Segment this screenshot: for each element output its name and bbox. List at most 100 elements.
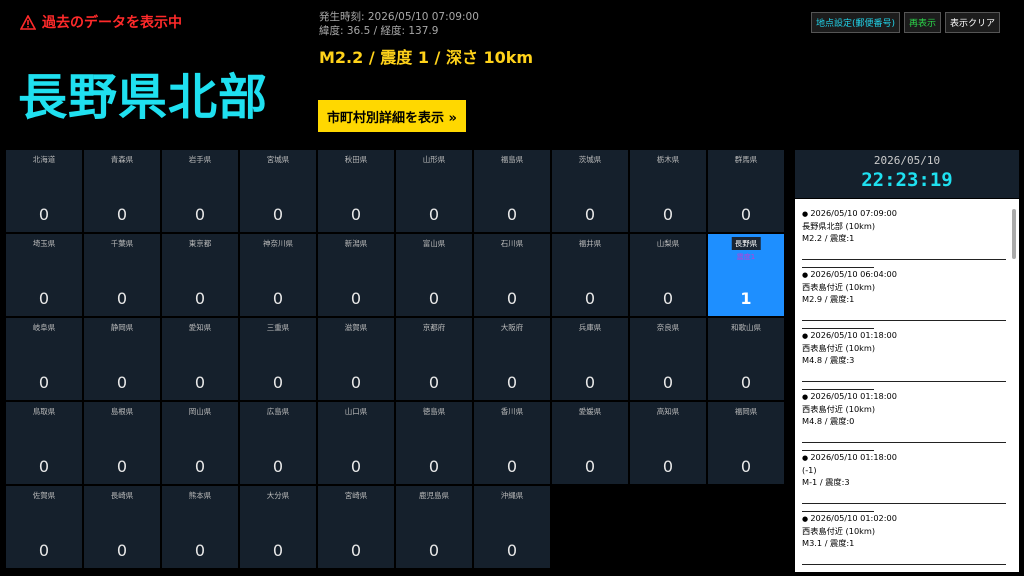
prefecture-cell[interactable]: 山口県 0 [318,402,394,484]
prefecture-cell[interactable]: 岡山県 0 [162,402,238,484]
prefecture-cell[interactable]: 高知県 0 [630,402,706,484]
prefecture-cell[interactable]: 青森県 0 [84,150,160,232]
history-entry[interactable]: 2026/05/10 01:18:00西表島付近 (10km) M4.8 / 震度… [802,382,1006,443]
prefecture-count: 0 [116,289,128,308]
prefecture-cell[interactable]: 神奈川県 0 [240,234,316,316]
prefecture-cell[interactable]: 宮城県 0 [240,150,316,232]
prefecture-name: 福井県 [578,239,602,248]
prefecture-name: 静岡県 [110,323,134,332]
prefecture-count: 0 [428,205,440,224]
prefecture-name: 新潟県 [344,239,368,248]
prefecture-count: 0 [38,541,50,560]
prefecture-count: 0 [428,289,440,308]
prefecture-cell[interactable]: 長野県 震度1 1 [708,234,784,316]
prefecture-count: 0 [350,541,362,560]
location-setting-button[interactable]: 地点設定(郵便番号) [810,12,900,33]
prefecture-cell[interactable]: 静岡県 0 [84,318,160,400]
history-entry[interactable]: 2026/05/10 01:18:00 (-1) M-1 / 震度:3 [802,443,1006,504]
prefecture-cell[interactable]: 滋賀県 0 [318,318,394,400]
prefecture-cell[interactable]: 広島県 0 [240,402,316,484]
municipality-detail-button[interactable]: 市町村別詳細を表示 » [318,100,466,132]
prefecture-name: 富山県 [422,239,446,248]
prefecture-cell[interactable]: 福島県 0 [474,150,550,232]
prefecture-cell[interactable]: 奈良県 0 [630,318,706,400]
prefecture-count: 0 [584,373,596,392]
prefecture-count: 0 [350,205,362,224]
prefecture-cell[interactable]: 沖縄県 0 [474,486,550,568]
prefecture-count: 0 [350,373,362,392]
history-entry[interactable]: 2026/05/10 01:18:00西表島付近 (10km) M4.8 / 震度… [802,321,1006,382]
prefecture-cell[interactable]: 徳島県 0 [396,402,472,484]
history-entry[interactable]: 2026/05/10 06:04:00西表島付近 (10km) M2.9 / 震度… [802,260,1006,321]
history-scrollbar[interactable] [1012,209,1016,259]
prefecture-name: 北海道 [32,155,56,164]
prefecture-count: 0 [272,457,284,476]
prefecture-count: 0 [740,205,752,224]
prefecture-cell[interactable]: 岐阜県 0 [6,318,82,400]
prefecture-name: 東京都 [188,239,212,248]
coordinates: 緯度: 36.5 / 経度: 137.9 [319,25,439,37]
prefecture-cell[interactable]: 千葉県 0 [84,234,160,316]
history-entry[interactable]: 2026/05/10 07:09:00長野県北部 (10km) M2.2 / 震度… [802,199,1006,260]
prefecture-cell[interactable]: 三重県 0 [240,318,316,400]
prefecture-cell[interactable]: 東京都 0 [162,234,238,316]
prefecture-cell[interactable]: 栃木県 0 [630,150,706,232]
prefecture-count: 0 [740,457,752,476]
prefecture-cell[interactable]: 埼玉県 0 [6,234,82,316]
prefecture-count: 0 [116,205,128,224]
prefecture-name: 山形県 [422,155,446,164]
prefecture-count: 0 [38,457,50,476]
prefecture-name: 群馬県 [734,155,758,164]
prefecture-name: 岡山県 [188,407,212,416]
prefecture-cell[interactable]: 兵庫県 0 [552,318,628,400]
prefecture-cell[interactable]: 新潟県 0 [318,234,394,316]
prefecture-cell[interactable]: 鳥取県 0 [6,402,82,484]
prefecture-cell[interactable]: 山形県 0 [396,150,472,232]
prefecture-count: 0 [116,373,128,392]
prefecture-cell[interactable]: 大阪府 0 [474,318,550,400]
prefecture-grid: 北海道 0 青森県 0 岩手県 0 宮城県 0 秋田県 0 山形県 0 福島県 0 茨城県 0 栃木県 0 群馬県 0… [6,150,784,568]
prefecture-cell[interactable]: 秋田県 0 [318,150,394,232]
prefecture-cell[interactable]: 石川県 0 [474,234,550,316]
prefecture-cell[interactable]: 鹿児島県 0 [396,486,472,568]
replay-button[interactable]: 再表示 [903,12,941,33]
prefecture-count: 0 [194,205,206,224]
prefecture-count: 0 [506,457,518,476]
prefecture-cell[interactable]: 和歌山県 0 [708,318,784,400]
prefecture-intensity: 震度1 [736,253,756,261]
prefecture-cell[interactable]: 群馬県 0 [708,150,784,232]
prefecture-cell[interactable]: 京都府 0 [396,318,472,400]
prefecture-cell[interactable]: 大分県 0 [240,486,316,568]
prefecture-cell[interactable]: 愛知県 0 [162,318,238,400]
prefecture-cell[interactable]: 富山県 0 [396,234,472,316]
prefecture-cell[interactable]: 熊本県 0 [162,486,238,568]
history-time: 2026/05/10 06:04:00 [802,268,1006,281]
prefecture-cell[interactable]: 岩手県 0 [162,150,238,232]
history-panel[interactable]: 2026/05/10 07:09:00長野県北部 (10km) M2.2 / 震度… [795,199,1019,572]
prefecture-cell[interactable]: 福岡県 0 [708,402,784,484]
clear-display-button[interactable]: 表示クリア [944,12,1000,33]
prefecture-cell[interactable]: 佐賀県 0 [6,486,82,568]
prefecture-cell[interactable]: 島根県 0 [84,402,160,484]
prefecture-count: 0 [506,541,518,560]
warning-triangle-icon [20,14,36,30]
region-title: 長野県北部 [18,69,269,126]
prefecture-cell[interactable]: 福井県 0 [552,234,628,316]
prefecture-name: 愛媛県 [578,407,602,416]
history-place: (-1) [802,465,817,475]
prefecture-cell[interactable]: 宮崎県 0 [318,486,394,568]
prefecture-count: 0 [662,457,674,476]
clock-date: 2026/05/10 [873,154,941,167]
prefecture-cell[interactable]: 長崎県 0 [84,486,160,568]
prefecture-name: 岩手県 [188,155,212,164]
prefecture-name: 福島県 [500,155,524,164]
prefecture-cell[interactable]: 北海道 0 [6,150,82,232]
prefecture-name: 宮崎県 [344,491,368,500]
prefecture-cell[interactable]: 愛媛県 0 [552,402,628,484]
prefecture-cell[interactable]: 茨城県 0 [552,150,628,232]
prefecture-cell[interactable]: 香川県 0 [474,402,550,484]
prefecture-name: 広島県 [266,407,290,416]
prefecture-cell[interactable]: 山梨県 0 [630,234,706,316]
prefecture-count: 0 [428,457,440,476]
history-entry[interactable]: 2026/05/10 01:02:00西表島付近 (10km) M3.1 / 震度… [802,504,1006,565]
